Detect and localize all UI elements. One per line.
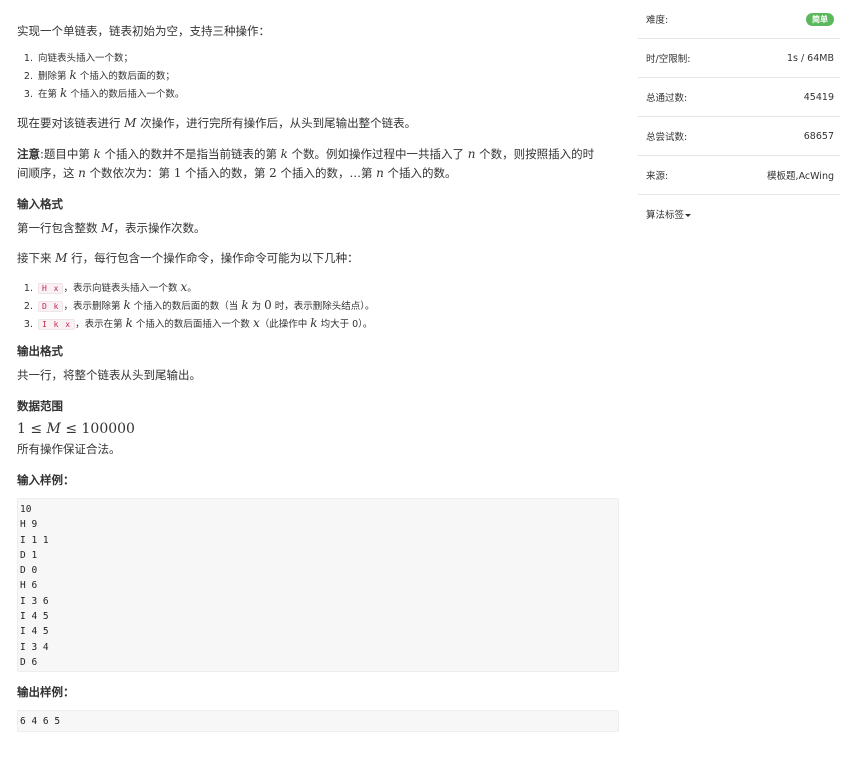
output-format-text: 共一行，将整个链表从头到尾输出。 (17, 368, 201, 382)
intro-text: 实现一个单链表，链表初始为空，支持三种操作： (17, 24, 270, 38)
tags-row: 算法标签 (638, 195, 840, 233)
task-text: 现在要对该链表进行 M 次操作，进行完所有操作后，从头到尾输出整个链表。 (17, 116, 417, 130)
note-text-cont: 间顺序，这 n 个数依次为：第 1 个插入的数，第 2 个插入的数，…第 n 个… (17, 166, 457, 180)
command-code: H x (38, 283, 64, 294)
range-text: 所有操作保证合法。 (17, 442, 121, 456)
limit-value: 1s / 64MB (786, 52, 834, 64)
sample-output-code: 6 4 6 5 (17, 710, 619, 732)
operation-item: 删除第 k 个插入的数后面的数； (36, 67, 184, 85)
passed-value: 45419 (803, 91, 834, 103)
tags-toggle[interactable]: 算法标签 (646, 207, 692, 221)
note-label: 注意 (17, 147, 40, 161)
source-label: 来源: (646, 171, 669, 182)
sample-input-code: 10 H 9 I 1 1 D 1 D 0 H 6 I 3 6 I 4 5 I 4… (17, 498, 619, 672)
attempts-label: 总尝试数: (646, 132, 688, 143)
limit-row: 时/空限制: 1s / 64MB (638, 39, 840, 78)
input-format-line1: 第一行包含整数 M，表示操作次数。 (17, 221, 206, 235)
source-value: 模板题,AcWing (767, 171, 834, 182)
command-item: I k x，表示在第 k 个插入的数后面插入一个数 x（此操作中 k 均大于 0… (36, 315, 375, 333)
command-list: H x，表示向链表头插入一个数 x。 D k，表示删除第 k 个插入的数后面的数… (17, 279, 375, 333)
range-heading: 数据范围 (17, 399, 63, 413)
command-code: D k (38, 301, 64, 312)
passed-label: 总通过数: (646, 93, 688, 104)
difficulty-row: 难度: 简单 (638, 0, 840, 39)
passed-row: 总通过数: 45419 (638, 78, 840, 117)
input-format-heading: 输入格式 (17, 197, 63, 211)
range-formula: 1 ≤ M ≤ 100000 (17, 421, 135, 437)
sample-input-heading: 输入样例： (17, 473, 75, 487)
attempts-value: 68657 (803, 130, 834, 142)
operation-item: 在第 k 个插入的数后插入一个数。 (36, 85, 184, 103)
command-item: D k，表示删除第 k 个插入的数后面的数（当 k 为 0 时，表示删除头结点）… (36, 297, 375, 315)
problem-info-sidebar: 难度: 简单 时/空限制: 1s / 64MB 总通过数: 45419 总尝试数… (638, 0, 840, 233)
note-text: 注意:题目中第 k 个插入的数并不是指当前链表的第 k 个数。例如操作过程中一共… (17, 147, 595, 161)
caret-down-icon (685, 214, 692, 217)
source-row: 来源: 模板题,AcWing (638, 156, 840, 195)
output-format-heading: 输出格式 (17, 344, 63, 358)
limit-label: 时/空限制: (646, 54, 691, 65)
command-code: I k x (38, 319, 76, 330)
input-format-line2: 接下来 M 行，每行包含一个操作命令，操作命令可能为以下几种： (17, 251, 359, 265)
difficulty-badge: 简单 (806, 12, 834, 26)
attempts-row: 总尝试数: 68657 (638, 117, 840, 156)
command-item: H x，表示向链表头插入一个数 x。 (36, 279, 375, 297)
difficulty-label: 难度: (646, 15, 669, 26)
operations-list: 向链表头插入一个数； 删除第 k 个插入的数后面的数； 在第 k 个插入的数后插… (17, 51, 184, 103)
sample-output-heading: 输出样例： (17, 685, 75, 699)
operation-item: 向链表头插入一个数； (36, 51, 184, 67)
